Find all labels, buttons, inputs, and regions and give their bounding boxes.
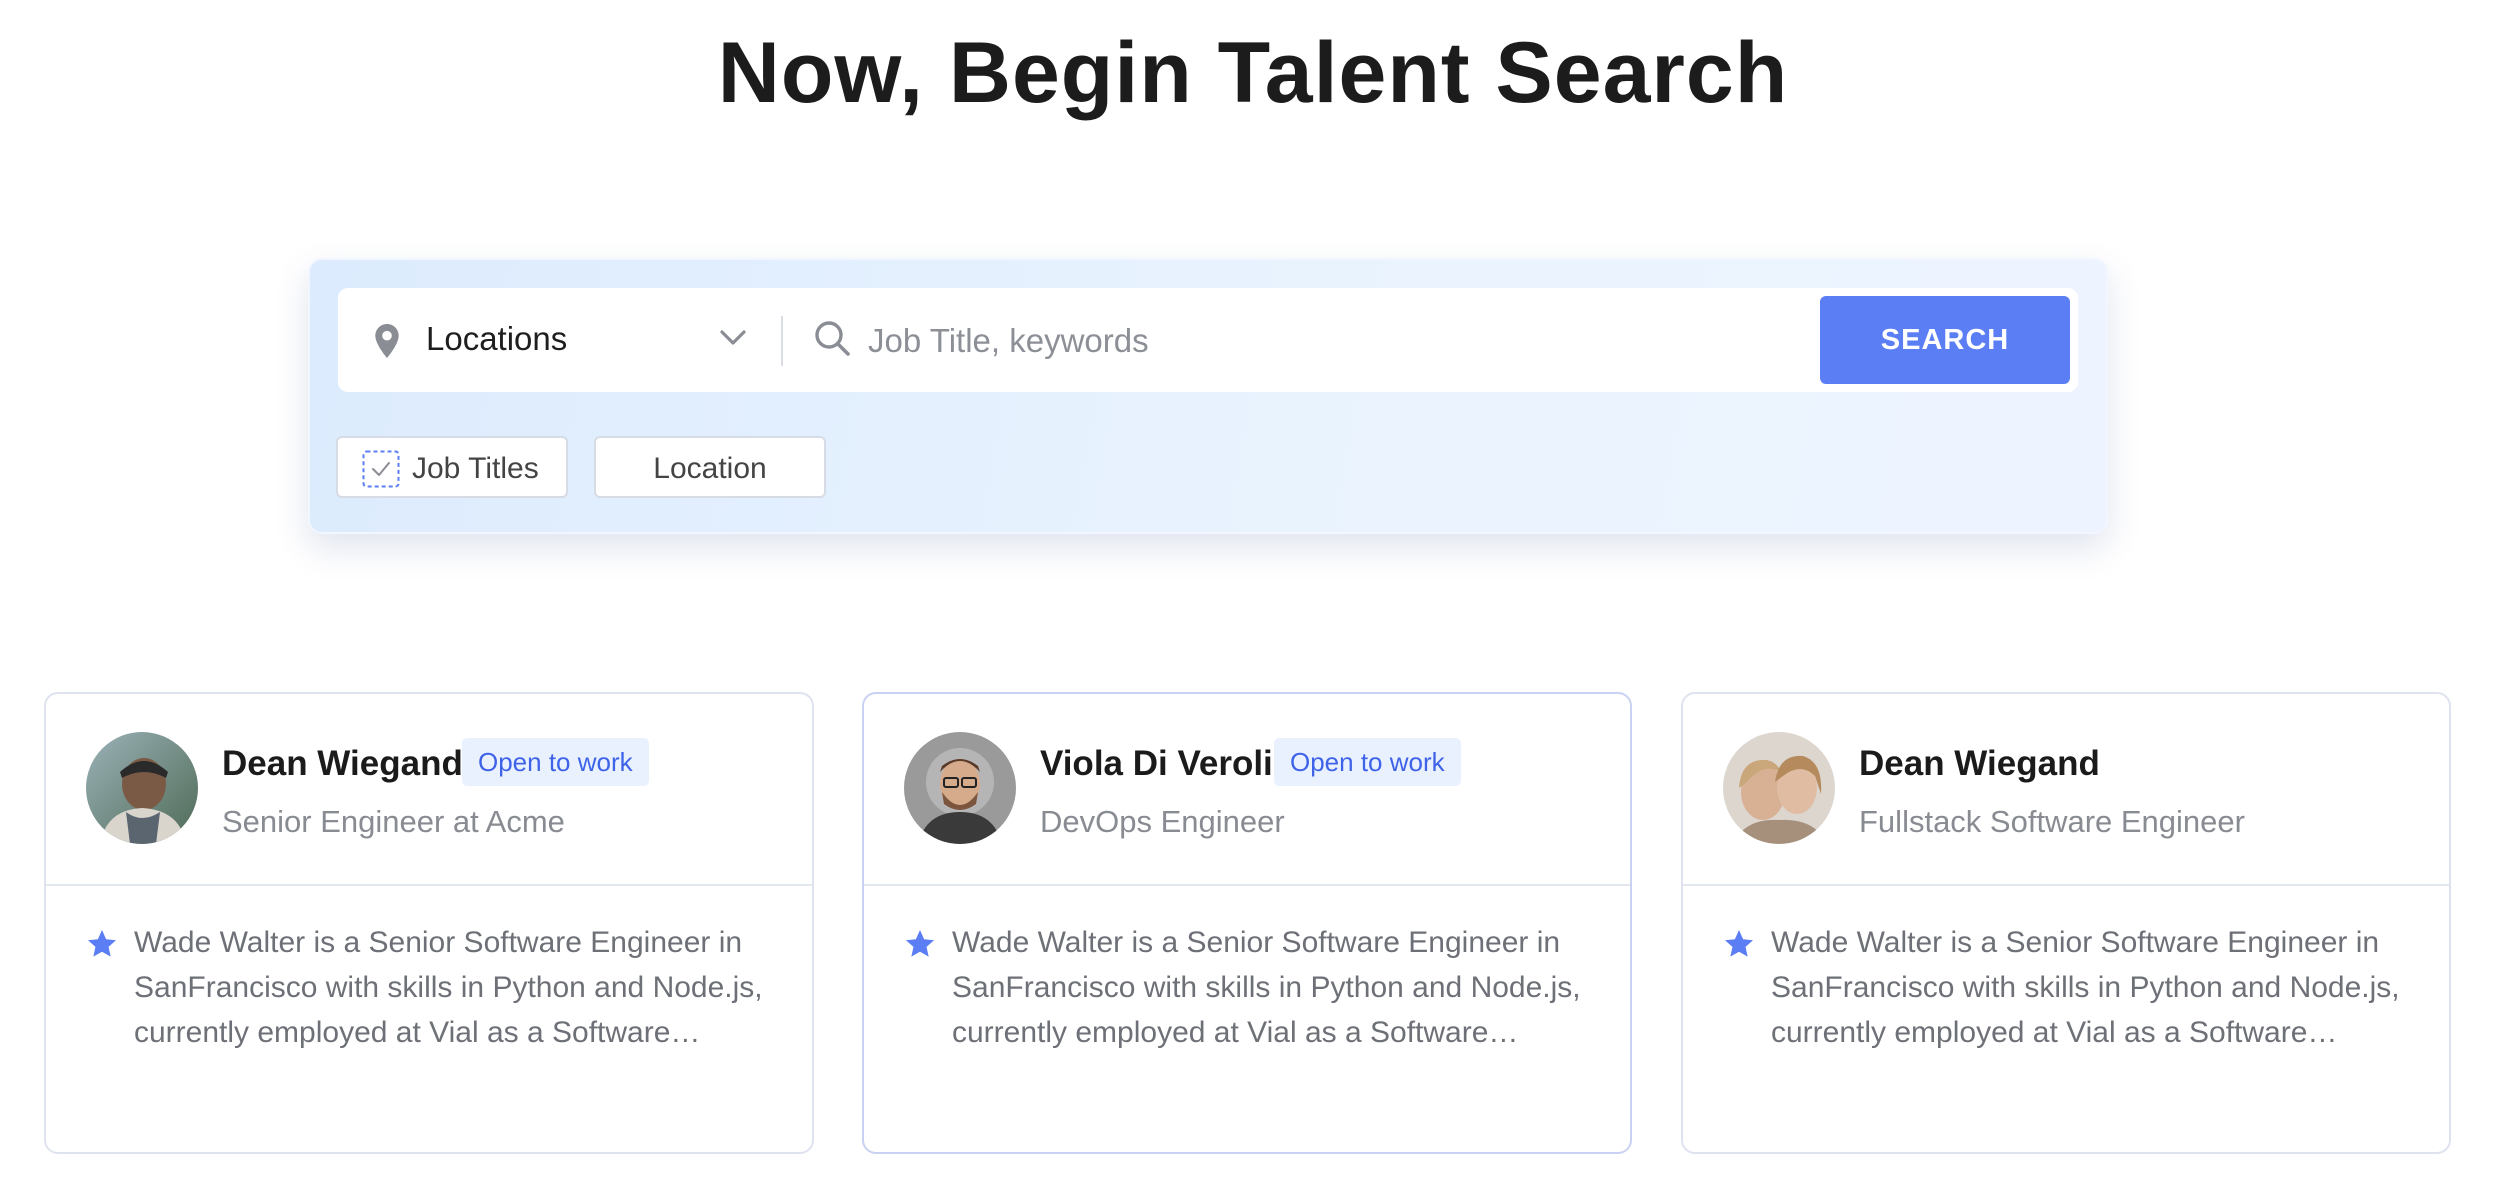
filter-chip-job-titles[interactable]: Job Titles — [336, 436, 568, 498]
card-divider — [864, 884, 1630, 886]
candidate-name: Dean Wiegand — [1859, 744, 2100, 783]
status-badge: Open to work — [1274, 738, 1461, 786]
filter-chip-label: Location — [653, 452, 767, 485]
avatar — [86, 732, 198, 844]
candidate-card[interactable]: Dean Wiegand Fullstack Software Engineer… — [1681, 692, 2451, 1154]
search-bar: Locations SEARCH — [338, 288, 2078, 392]
search-button[interactable]: SEARCH — [1820, 296, 2070, 384]
candidate-role: Fullstack Software Engineer — [1859, 804, 2245, 839]
avatar — [1723, 732, 1835, 844]
candidate-summary: Wade Walter is a Senior Software Enginee… — [134, 926, 763, 1049]
search-divider — [781, 316, 783, 366]
location-dropdown-label: Locations — [426, 320, 568, 357]
location-pin-icon — [375, 324, 399, 358]
candidate-card[interactable]: Dean Wiegand Open to work Senior Enginee… — [44, 692, 814, 1154]
card-divider — [1683, 884, 2449, 886]
candidate-name: Dean Wiegand — [222, 744, 463, 783]
filter-chip-label: Job Titles — [412, 452, 539, 485]
star-icon — [1725, 930, 1753, 957]
avatar — [904, 732, 1016, 844]
keywords-input[interactable] — [866, 314, 1550, 368]
candidate-role: DevOps Engineer — [1040, 804, 1285, 839]
checkbox-icon — [362, 450, 400, 488]
status-badge: Open to work — [462, 738, 649, 786]
candidate-role: Senior Engineer at Acme — [222, 804, 565, 839]
location-dropdown[interactable]: Locations — [338, 288, 778, 392]
candidate-summary: Wade Walter is a Senior Software Enginee… — [1771, 926, 2400, 1049]
chevron-down-icon — [720, 330, 746, 345]
candidate-card[interactable]: Viola Di Veroli Open to work DevOps Engi… — [862, 692, 1632, 1154]
star-icon — [906, 930, 934, 957]
page-title: Now, Begin Talent Search — [717, 25, 1789, 121]
search-icon — [815, 321, 850, 356]
candidate-name: Viola Di Veroli — [1040, 744, 1273, 783]
card-divider — [46, 884, 812, 886]
filter-chip-location[interactable]: Location — [594, 436, 826, 498]
star-icon — [88, 930, 116, 957]
search-panel: Locations SEARCH Job Titles Location — [308, 258, 2108, 534]
candidate-summary: Wade Walter is a Senior Software Enginee… — [952, 926, 1581, 1049]
